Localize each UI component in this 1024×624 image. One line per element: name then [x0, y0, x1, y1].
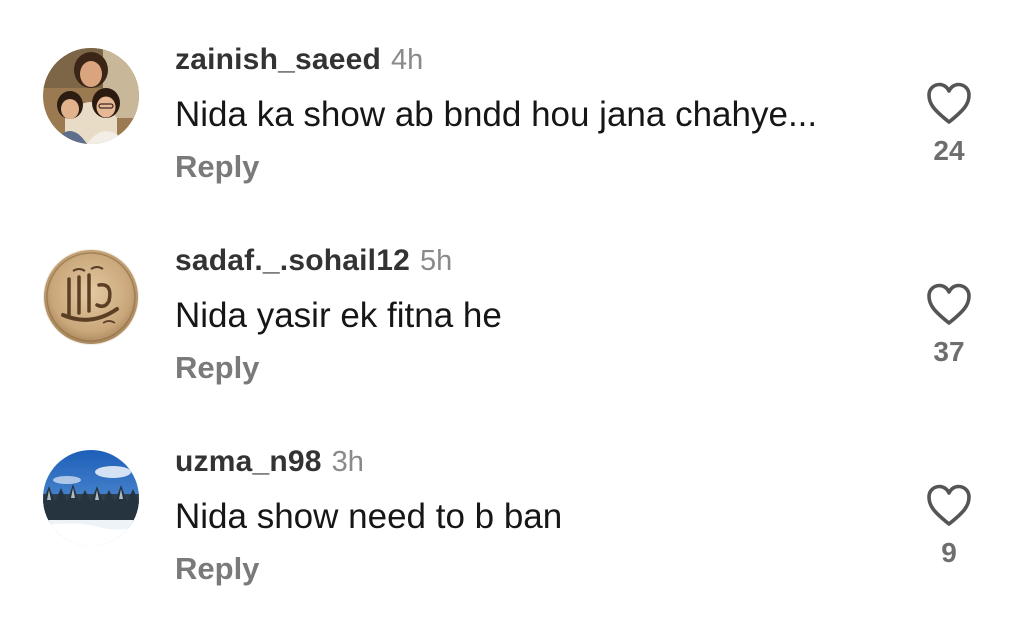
- like-count: 24: [933, 135, 965, 166]
- avatar[interactable]: [43, 450, 139, 546]
- like-button[interactable]: 24: [918, 82, 980, 168]
- timestamp: 4h: [391, 44, 424, 76]
- comment-header: zainish_saeed 4h: [175, 40, 423, 85]
- comment-item: zainish_saeed 4h Nida ka show ab bndd hou…: [0, 30, 1024, 200]
- heart-icon[interactable]: [926, 283, 972, 327]
- avatar[interactable]: [43, 48, 139, 144]
- comment-text: Nida yasir ek fitna he: [175, 296, 502, 335]
- comment-item: uzma_n98 3h Nida show need to b ban Reply…: [0, 432, 1024, 602]
- username[interactable]: sadaf._.sohail12: [175, 244, 410, 277]
- like-count: 37: [933, 336, 965, 367]
- timestamp: 5h: [419, 245, 453, 277]
- username[interactable]: zainish_saeed: [175, 43, 381, 76]
- comment-item: sadaf._.sohail12 5h Nida yasir ek fitna h…: [0, 231, 1024, 401]
- avatar[interactable]: [43, 249, 139, 345]
- heart-icon[interactable]: [926, 82, 972, 126]
- snowy-forest-avatar: [43, 450, 139, 546]
- comment-header: sadaf._.sohail12 5h: [175, 241, 452, 286]
- like-button[interactable]: 9: [918, 484, 980, 570]
- like-count: 9: [941, 537, 957, 568]
- heart-icon[interactable]: [926, 484, 972, 528]
- like-button[interactable]: 37: [918, 283, 980, 369]
- comment-text: Nida ka show ab bndd hou jana chahye...: [175, 95, 818, 134]
- username[interactable]: uzma_n98: [175, 445, 322, 478]
- comment-header: uzma_n98 3h: [175, 442, 364, 487]
- reply-button[interactable]: Reply: [175, 549, 259, 589]
- reply-button[interactable]: Reply: [175, 348, 259, 388]
- reply-button[interactable]: Reply: [175, 147, 259, 187]
- family-photo-avatar: [43, 48, 139, 144]
- comment-text: Nida show need to b ban: [175, 497, 563, 536]
- calligraphy-plaque-avatar: [43, 249, 139, 345]
- timestamp: 3h: [331, 446, 364, 478]
